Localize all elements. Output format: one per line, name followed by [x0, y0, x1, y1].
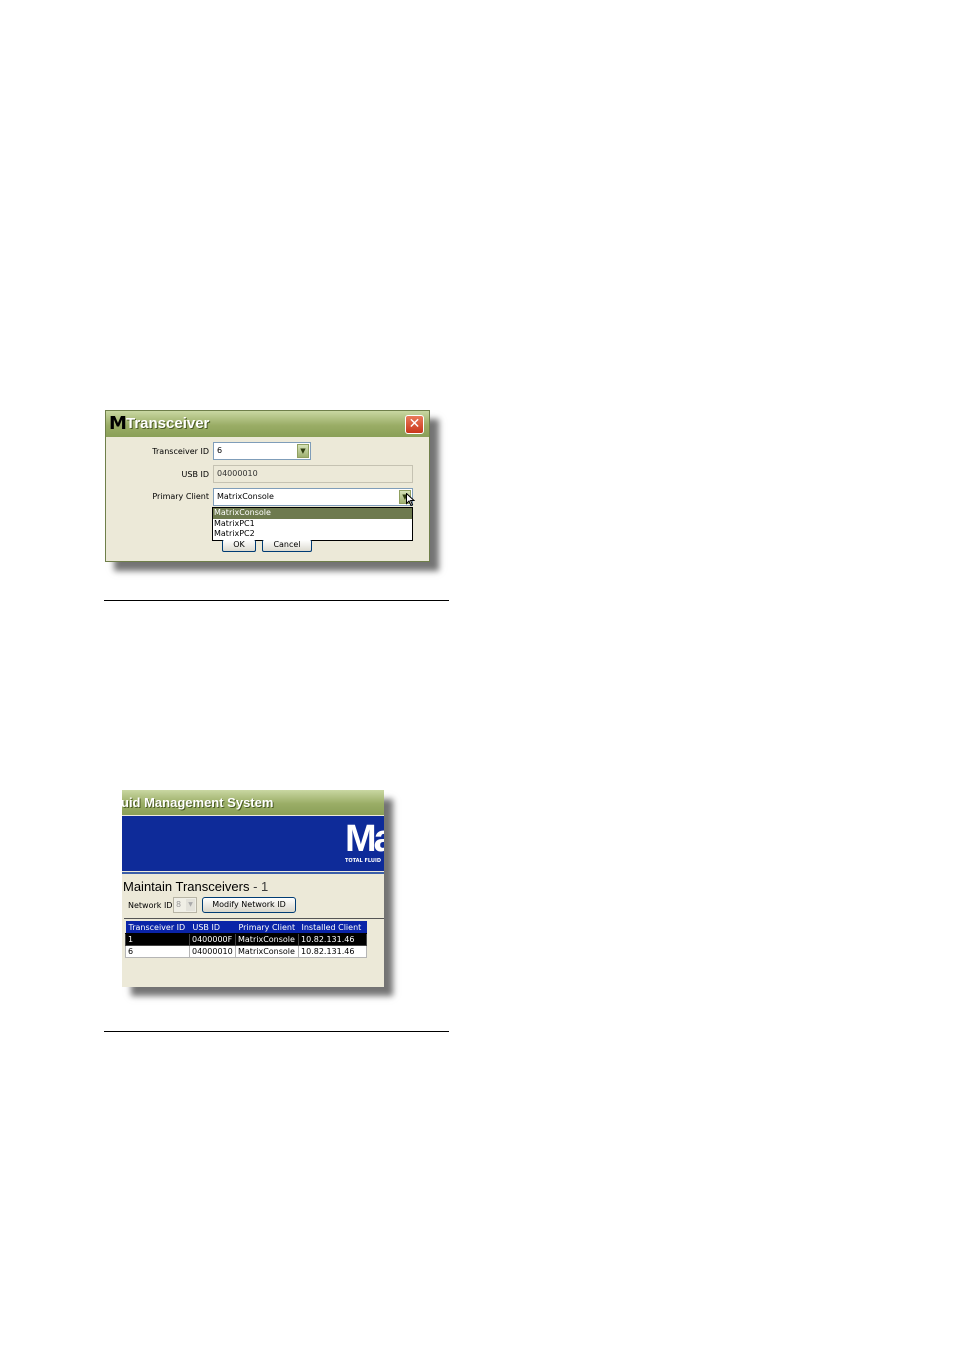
table-cell: MatrixConsole: [235, 945, 299, 958]
transceivers-table: Transceiver ID USB ID Primary Client Ins…: [125, 921, 367, 958]
table-cell: 10.82.131.46: [298, 933, 367, 946]
dialog-title-bar[interactable]: M Transceiver ✕: [106, 411, 429, 437]
table-row[interactable]: 6 04000010 MatrixConsole 10.82.131.46: [125, 945, 367, 958]
page-title-text: Maintain Transceivers: [123, 879, 250, 894]
figure-divider: [104, 600, 449, 601]
transceiver-id-select[interactable]: 6 ▼: [213, 442, 311, 460]
transceiver-id-label: Transceiver ID: [152, 447, 209, 456]
network-id-label: Network ID: [128, 901, 173, 910]
primary-client-label: Primary Client: [152, 492, 209, 501]
banner-divider: [122, 872, 384, 874]
dropdown-option[interactable]: MatrixPC1: [213, 519, 412, 530]
column-header[interactable]: Transceiver ID: [125, 921, 190, 934]
app-banner: Ma TOTAL FLUID: [122, 816, 384, 871]
column-header[interactable]: Primary Client: [235, 921, 299, 934]
network-id-select: 8 ▼: [173, 897, 197, 913]
network-id-value: 8: [176, 900, 182, 909]
table-cell: 04000010: [189, 945, 236, 958]
transceiver-id-value: 6: [217, 446, 223, 455]
dropdown-option[interactable]: MatrixPC2: [213, 529, 412, 540]
table-cell: MatrixConsole: [235, 933, 299, 946]
chevron-down-icon: ▼: [186, 899, 195, 911]
primary-client-dropdown-list: MatrixConsole MatrixPC1 MatrixPC2: [212, 507, 413, 541]
dropdown-option[interactable]: MatrixConsole: [213, 508, 412, 519]
ok-button[interactable]: OK: [222, 540, 256, 552]
app-title: uid Management System: [122, 795, 274, 810]
page-count: - 1: [249, 879, 269, 894]
brand-tagline: TOTAL FLUID: [345, 858, 381, 864]
dialog-title: Transceiver: [126, 415, 210, 432]
table-cell: 1: [125, 933, 190, 946]
table-cell: 6: [125, 945, 190, 958]
usb-id-value: 04000010: [217, 469, 258, 478]
primary-client-value: MatrixConsole: [217, 492, 274, 501]
cancel-button[interactable]: Cancel: [262, 540, 312, 552]
transceiver-dialog: M Transceiver ✕ Transceiver ID 6 ▼ USB I…: [105, 410, 430, 562]
app-logo-icon: M: [109, 413, 127, 434]
chevron-down-icon[interactable]: ▼: [297, 444, 309, 458]
app-title-bar[interactable]: uid Management System: [122, 790, 384, 815]
close-icon[interactable]: ✕: [405, 415, 424, 434]
usb-id-field: 04000010: [213, 465, 413, 483]
grid-divider: [124, 918, 384, 919]
modify-network-id-button[interactable]: Modify Network ID: [202, 897, 296, 913]
table-cell: 0400000F: [189, 933, 236, 946]
brand-logo: Ma: [345, 818, 384, 860]
app-window: uid Management System Ma TOTAL FLUID Mai…: [122, 790, 384, 987]
column-header[interactable]: Installed Client: [298, 921, 367, 934]
primary-client-select[interactable]: MatrixConsole ▼: [213, 488, 413, 506]
usb-id-label: USB ID: [181, 470, 209, 479]
table-header-row: Transceiver ID USB ID Primary Client Ins…: [125, 921, 367, 934]
column-header[interactable]: USB ID: [189, 921, 236, 934]
table-cell: 10.82.131.46: [298, 945, 367, 958]
table-row[interactable]: 1 0400000F MatrixConsole 10.82.131.46: [125, 933, 367, 946]
figure-divider: [104, 1031, 449, 1032]
page-title: Maintain Transceivers - 1: [123, 880, 268, 894]
mouse-pointer-icon: [406, 493, 415, 506]
